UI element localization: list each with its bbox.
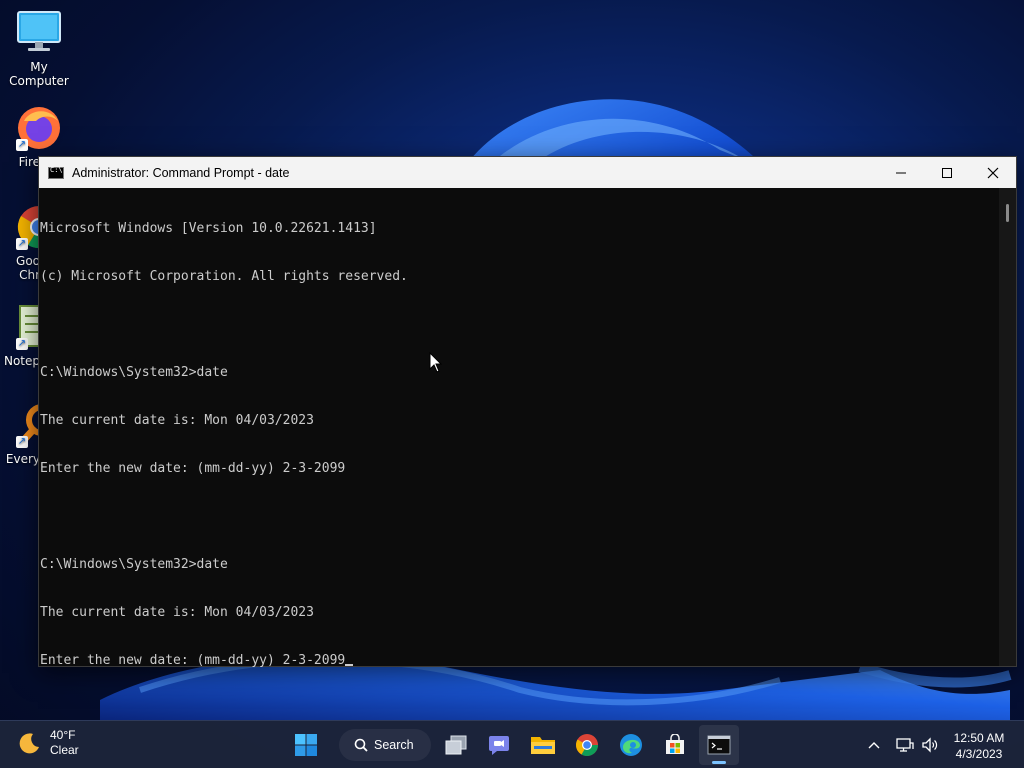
desktop-icon-chrome[interactable]: ↗ Goo Chr [0, 204, 61, 282]
command-prompt-taskbar-button[interactable] [699, 725, 739, 765]
console-output[interactable]: Microsoft Windows [Version 10.0.22621.14… [39, 188, 999, 669]
window-controls [878, 157, 1016, 188]
store-icon [666, 734, 684, 754]
task-view-button[interactable] [436, 725, 476, 765]
edge-icon [620, 734, 642, 756]
desktop-icon-label: Chr [19, 268, 40, 282]
clock-time: 12:50 AM [953, 731, 1005, 745]
desktop-icon-label: Notep [3, 354, 40, 368]
chrome-taskbar-button[interactable] [567, 725, 607, 765]
file-explorer-icon [531, 737, 555, 754]
console-line: The current date is: Mon 04/03/2023 [40, 605, 314, 620]
firefox-icon: ↗ [16, 105, 62, 151]
desktop-icon-my-computer[interactable]: My Computer [0, 10, 78, 88]
desktop-icon-everything[interactable]: ↗ Every [0, 402, 58, 466]
shortcut-arrow-icon: ↗ [16, 139, 28, 151]
window-titlebar[interactable]: Administrator: Command Prompt - date [39, 157, 1016, 188]
edge-button[interactable] [611, 725, 651, 765]
network-button[interactable] [894, 721, 916, 768]
console-line: C:\Windows\System32>date [40, 557, 228, 572]
clock-date: 4/3/2023 [955, 747, 1003, 761]
console-line: C:\Windows\System32>date [40, 365, 228, 380]
window-title: Administrator: Command Prompt - date [72, 165, 290, 180]
taskbar-clock[interactable]: 12:50 AM 4/3/2023 [940, 730, 1018, 762]
start-icon [295, 734, 317, 756]
show-hidden-icons-button[interactable] [862, 721, 886, 768]
search-icon [354, 738, 368, 752]
active-app-indicator [712, 761, 726, 764]
console-line: Enter the new date: (mm-dd-yy) 2-3-2099 [40, 653, 346, 668]
terminal-icon [707, 735, 731, 755]
desktop-icon-firefox[interactable]: ↗ Fire [0, 105, 60, 169]
console-line: The current date is: Mon 04/03/2023 [40, 413, 314, 428]
taskbar-search-button[interactable]: Search [339, 729, 431, 761]
moon-icon [19, 733, 39, 754]
scrollbar-thumb[interactable] [1006, 204, 1009, 222]
weather-temperature: 40°F [50, 728, 76, 742]
microsoft-store-button[interactable] [655, 725, 695, 765]
mouse-pointer-icon [429, 352, 443, 373]
maximize-button[interactable] [924, 157, 970, 188]
desktop-icon-label: Fire [18, 155, 40, 169]
task-view-icon [445, 735, 467, 755]
console-line: Microsoft Windows [Version 10.0.22621.14… [40, 221, 377, 236]
network-icon [896, 738, 914, 752]
start-button[interactable] [286, 725, 326, 765]
file-explorer-button[interactable] [523, 725, 563, 765]
chrome-icon [576, 734, 598, 756]
command-prompt-window[interactable]: Administrator: Command Prompt - date Mic… [38, 156, 1017, 669]
desktop-icon-label: Every [5, 452, 40, 466]
shortcut-arrow-icon: ↗ [16, 436, 28, 448]
shortcut-arrow-icon: ↗ [16, 238, 28, 250]
minimize-button[interactable] [878, 157, 924, 188]
weather-widget[interactable]: 40°F Clear [18, 728, 79, 758]
maximize-icon [942, 167, 952, 178]
shortcut-arrow-icon: ↗ [16, 338, 28, 350]
console-line: (c) Microsoft Corporation. All rights re… [40, 269, 408, 284]
desktop-icon-notepad[interactable]: ↗ Notep [0, 304, 55, 368]
volume-button[interactable] [919, 721, 941, 768]
teams-chat-icon [489, 736, 509, 755]
search-label: Search [374, 738, 414, 752]
text-cursor [345, 664, 354, 666]
cmd-app-icon [48, 166, 64, 179]
close-icon [987, 167, 999, 178]
speaker-icon [922, 737, 938, 753]
desktop-icon-label: My Computer [9, 60, 69, 88]
weather-condition: Clear [50, 743, 79, 757]
minimize-icon [896, 172, 906, 173]
desktop-icon-label: Goo [16, 254, 40, 268]
taskbar: 40°F Clear Search 12:50 AM 4/3/2023 [0, 720, 1024, 768]
console-line: Enter the new date: (mm-dd-yy) 2-3-2099 [40, 461, 346, 476]
close-button[interactable] [970, 157, 1016, 188]
monitor-icon [16, 10, 62, 56]
vertical-scrollbar[interactable] [999, 188, 1016, 666]
chevron-up-icon [868, 742, 880, 749]
console-input-line[interactable]: Enter the new date: (mm-dd-yy) 2-3-2099 [40, 653, 999, 669]
teams-chat-button[interactable] [479, 725, 519, 765]
